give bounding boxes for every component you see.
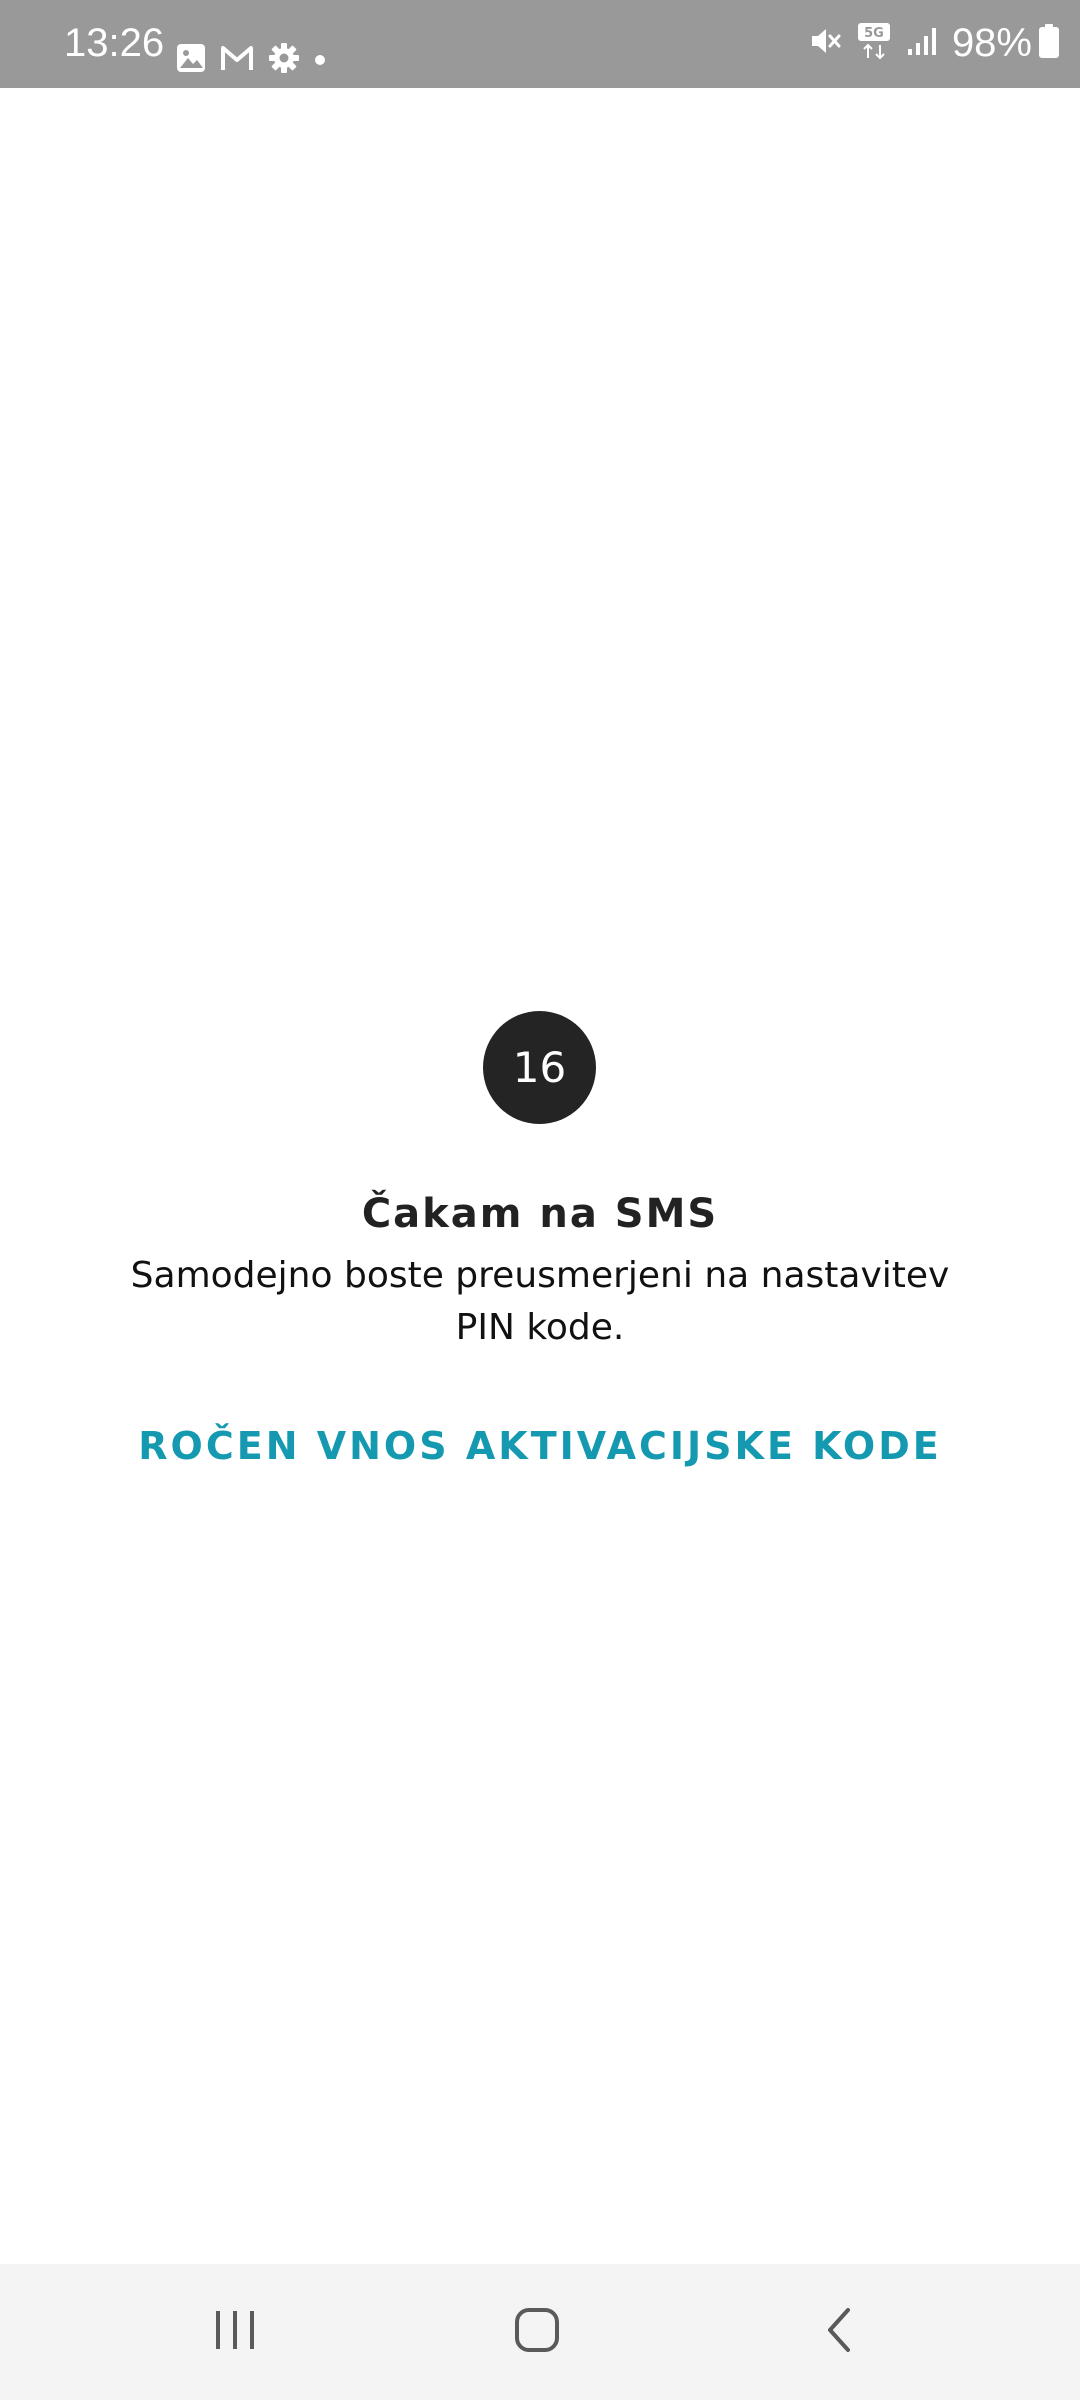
home-button[interactable]: [487, 2292, 587, 2372]
gallery-icon: [176, 43, 206, 77]
page-title: Čakam na SMS: [361, 1191, 719, 1237]
countdown-timer: 16: [483, 1011, 596, 1124]
countdown-value: 16: [512, 1043, 567, 1092]
settings-icon: [268, 42, 300, 78]
dot-icon: [314, 51, 326, 70]
5g-icon: 5G: [856, 21, 892, 65]
recent-apps-icon: [212, 2307, 258, 2357]
signal-icon: [906, 25, 938, 61]
battery-percent: 98%: [951, 21, 1032, 65]
recent-apps-button[interactable]: [185, 2292, 285, 2372]
mute-icon: [808, 24, 842, 62]
redirect-description: Samodejno boste preusmerjeni na nastavit…: [130, 1255, 950, 1348]
status-time: 13:26: [64, 21, 165, 65]
home-icon: [513, 2306, 561, 2358]
notification-icons: [176, 42, 340, 78]
back-button[interactable]: [790, 2292, 890, 2372]
system-icons: 5G 98%: [794, 18, 1060, 68]
navigation-bar: [0, 2264, 1080, 2400]
battery-icon: [1038, 23, 1060, 63]
status-bar: 13:26 5G 98%: [0, 0, 1080, 88]
svg-text:5G: 5G: [864, 26, 884, 41]
back-icon: [820, 2306, 860, 2358]
gmail-icon: [220, 44, 254, 76]
manual-activation-code-link[interactable]: ROČEN VNOS AKTIVACIJSKE KODE: [0, 1418, 1080, 1474]
